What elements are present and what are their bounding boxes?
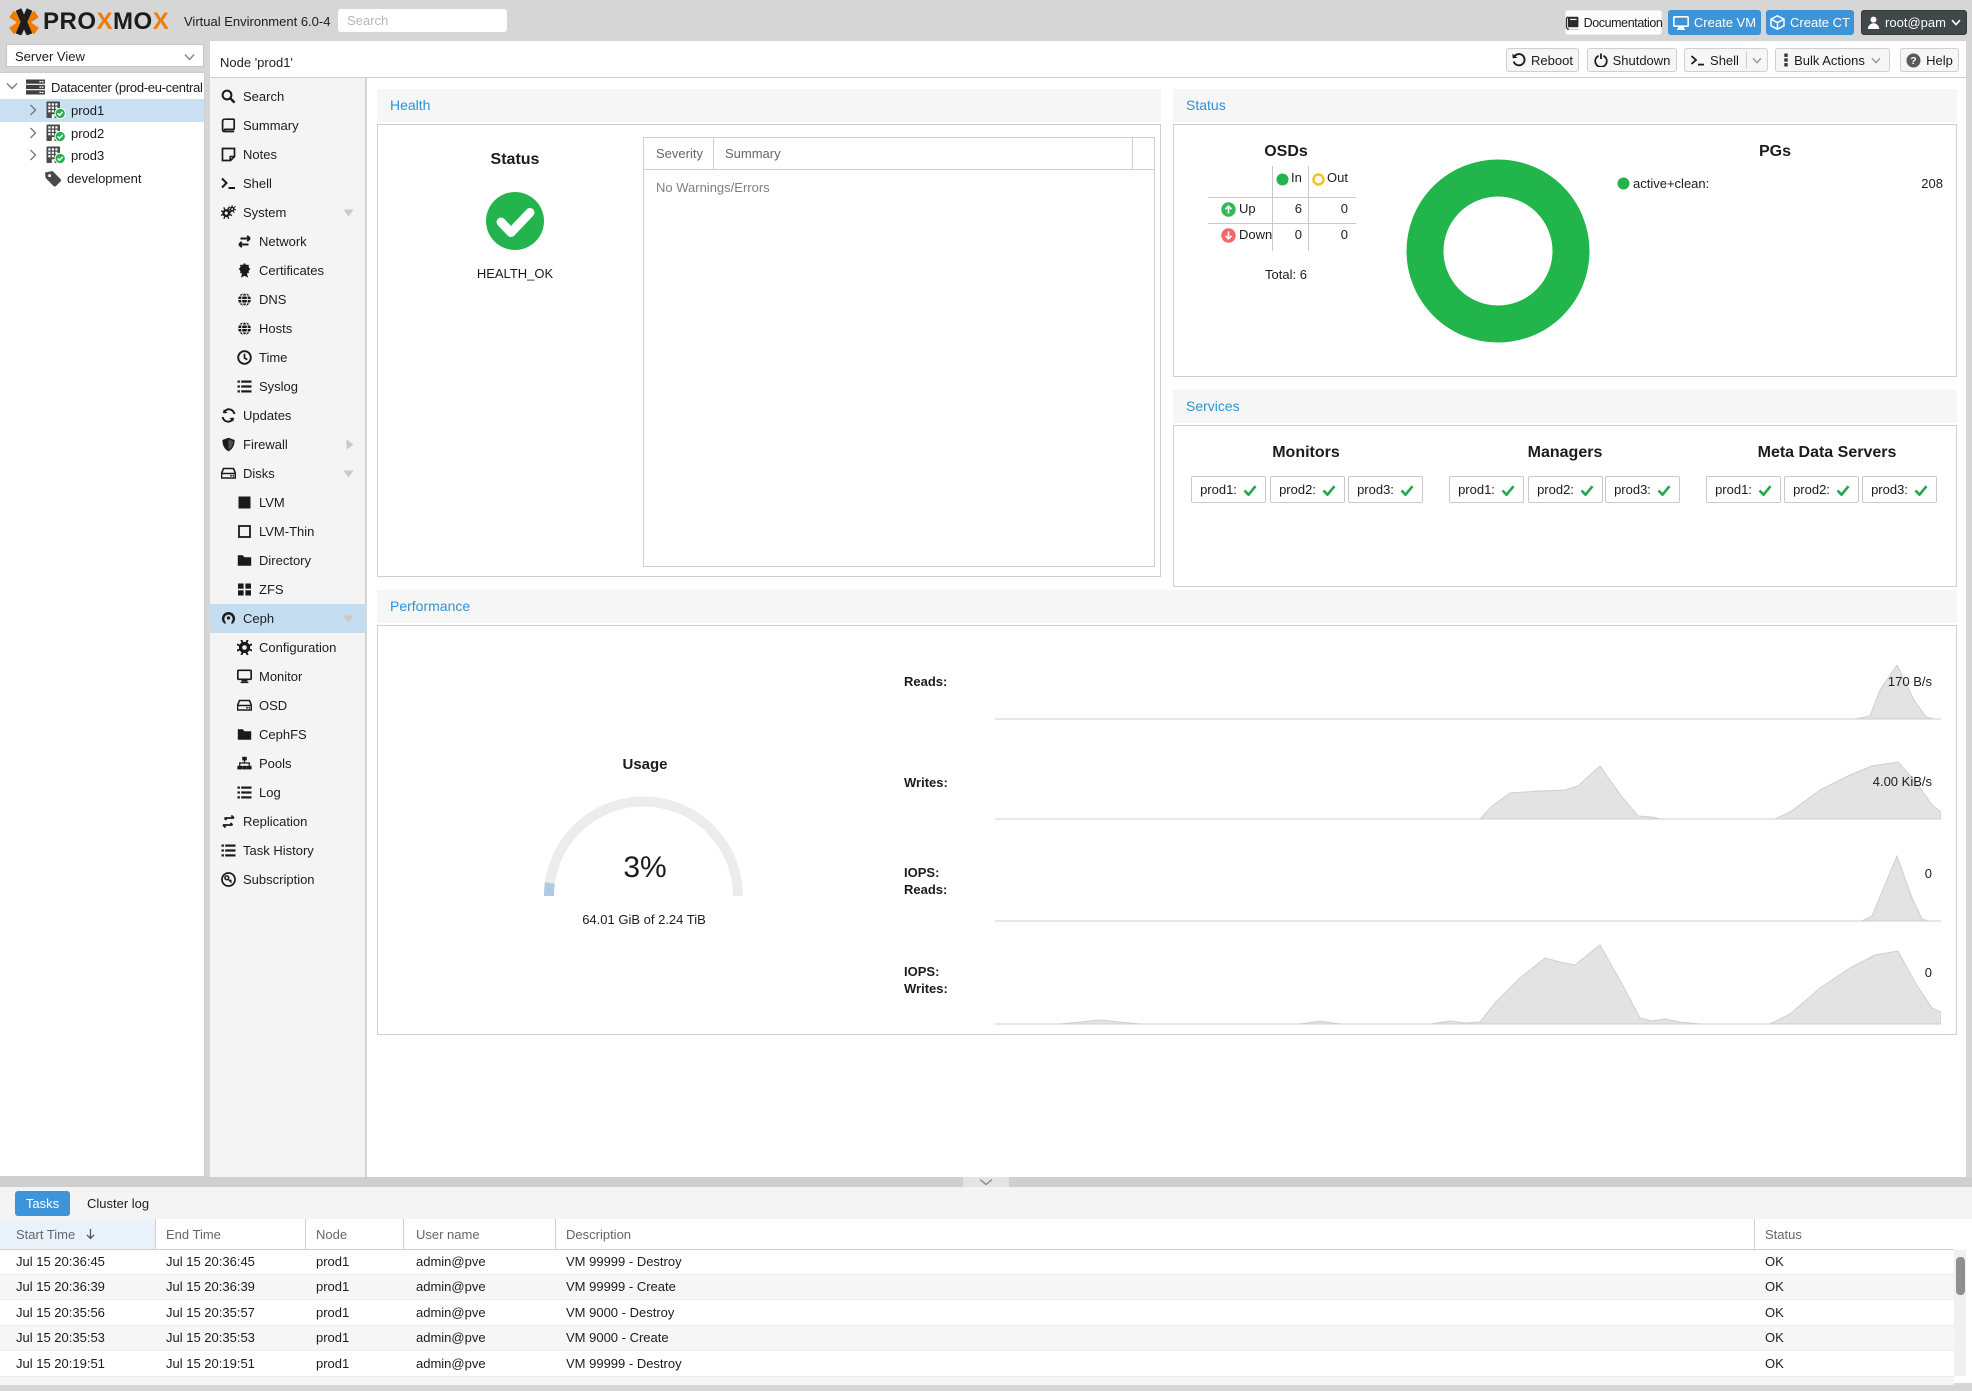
svg-text:?: ? <box>1910 55 1916 67</box>
